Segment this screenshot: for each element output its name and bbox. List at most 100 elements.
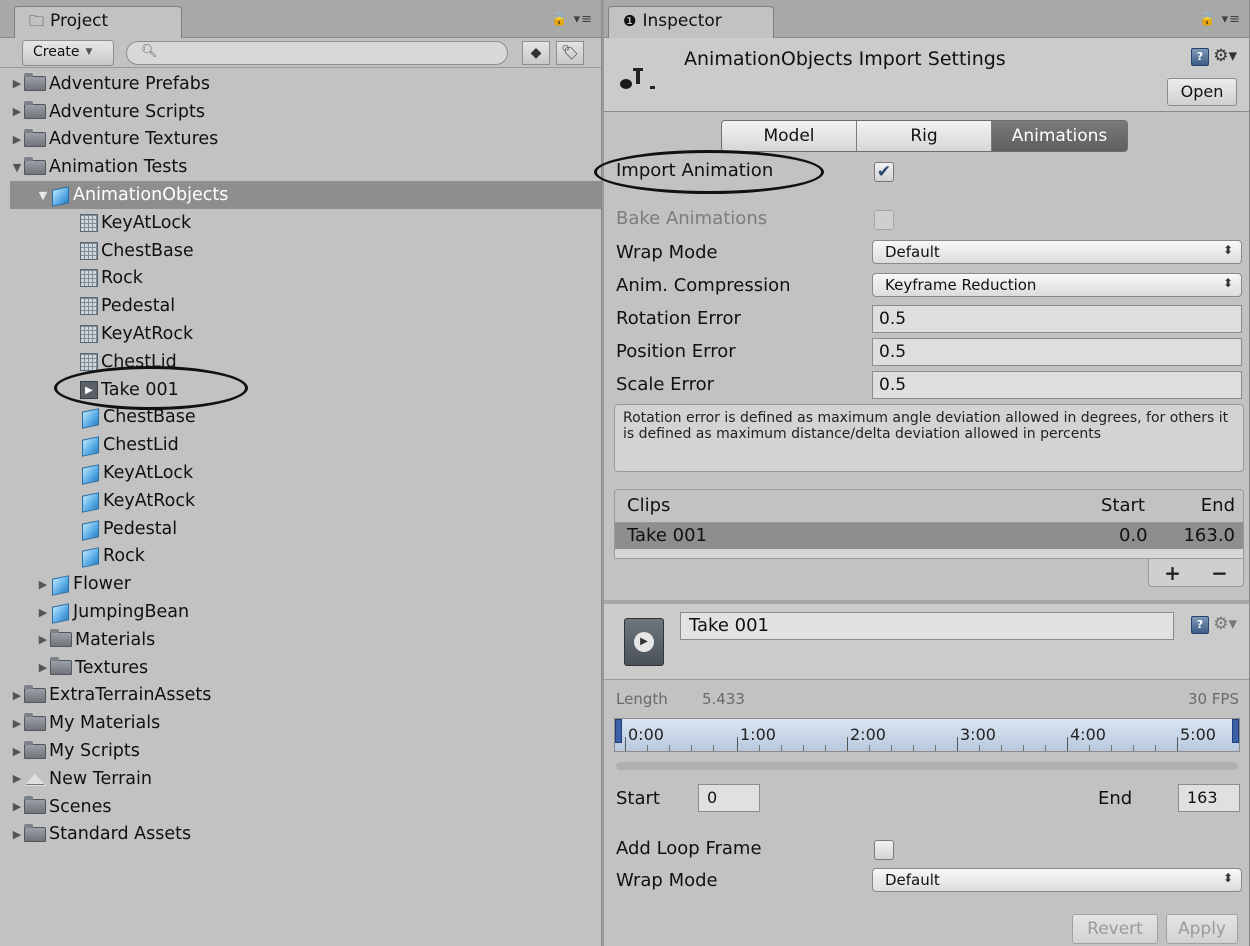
tree-item[interactable]: ▼ AnimationObjects bbox=[10, 181, 601, 209]
tree-item[interactable]: ▶ Materials bbox=[10, 626, 601, 654]
tree-item[interactable]: ▶ Adventure Scripts bbox=[10, 98, 601, 126]
tree-item[interactable]: ▼ Animation Tests bbox=[10, 153, 601, 181]
timeline-tick-label: 3:00 bbox=[960, 725, 996, 744]
expand-arrow-icon[interactable]: ▶ bbox=[36, 606, 50, 619]
mesh-icon bbox=[80, 269, 98, 288]
search-input[interactable] bbox=[165, 44, 496, 59]
tree-item[interactable]: ▶ My Materials bbox=[10, 709, 601, 737]
tab-rig[interactable]: Rig bbox=[857, 121, 992, 151]
inspector-tabbar: ❶ Inspector 🔒 ▾≡ bbox=[604, 0, 1249, 38]
collapse-arrow-icon[interactable]: ▼ bbox=[10, 161, 24, 174]
tree-item[interactable]: ▶ Scenes bbox=[10, 793, 601, 821]
tree-item[interactable]: ChestBase bbox=[10, 237, 601, 265]
tree-item[interactable]: ▶ JumpingBean bbox=[10, 598, 601, 626]
help-icon[interactable]: ? bbox=[1191, 48, 1209, 66]
tree-item[interactable]: KeyAtRock bbox=[10, 487, 601, 515]
tree-item-label: ChestLid bbox=[103, 435, 179, 456]
expand-arrow-icon[interactable]: ▶ bbox=[10, 772, 24, 785]
tree-item[interactable]: Pedestal bbox=[10, 292, 601, 320]
expand-arrow-icon[interactable]: ▶ bbox=[10, 133, 24, 146]
tree-item[interactable]: KeyAtLock bbox=[10, 459, 601, 487]
tree-item[interactable]: KeyAtRock bbox=[10, 320, 601, 348]
remove-clip-button[interactable]: − bbox=[1211, 561, 1228, 585]
tree-item[interactable]: ▶ Take 001 bbox=[10, 376, 601, 404]
tree-item-label: My Materials bbox=[49, 713, 161, 734]
open-button[interactable]: Open bbox=[1167, 78, 1237, 106]
tree-item[interactable]: ▶ Adventure Prefabs bbox=[10, 70, 601, 98]
tree-item[interactable]: Pedestal bbox=[10, 515, 601, 543]
play-icon[interactable] bbox=[624, 618, 664, 666]
tree-item[interactable]: KeyAtLock bbox=[10, 209, 601, 237]
expand-arrow-icon[interactable]: ▶ bbox=[36, 633, 50, 646]
filter-by-type-button[interactable]: ◆ bbox=[522, 41, 550, 65]
tree-item[interactable]: ▶ My Scripts bbox=[10, 737, 601, 765]
tree-item[interactable]: ▶ ExtraTerrainAssets bbox=[10, 682, 601, 710]
clip-name-field[interactable]: Take 001 bbox=[680, 612, 1174, 640]
timeline-ruler[interactable]: 0:00 1:00 2:00 3:00 4:00 5:00 bbox=[614, 718, 1240, 752]
expand-arrow-icon[interactable]: ▶ bbox=[10, 745, 24, 758]
clip-row-start: 0.0 bbox=[1119, 525, 1148, 546]
gear-icon[interactable]: ⚙▾ bbox=[1213, 46, 1237, 66]
tree-item[interactable]: ▶ Standard Assets bbox=[10, 821, 601, 849]
anim-compression-dropdown[interactable]: Keyframe Reduction ⬍ bbox=[872, 273, 1242, 297]
timeline-minor-tick bbox=[869, 745, 870, 751]
expand-arrow-icon[interactable]: ▶ bbox=[10, 828, 24, 841]
import-animation-checkbox[interactable]: ✔ bbox=[874, 162, 894, 182]
tree-item[interactable]: ChestLid bbox=[10, 348, 601, 376]
clips-header-label: Clips bbox=[627, 495, 671, 516]
timeline-scrollbar[interactable] bbox=[616, 762, 1238, 770]
expand-arrow-icon[interactable]: ▶ bbox=[10, 800, 24, 813]
create-button[interactable]: Create ▼ bbox=[22, 40, 114, 66]
model-icon bbox=[80, 464, 100, 482]
tree-item[interactable]: Rock bbox=[10, 265, 601, 293]
clip-wrap-mode-dropdown[interactable]: Default ⬍ bbox=[872, 868, 1242, 892]
expand-arrow-icon[interactable]: ▶ bbox=[10, 717, 24, 730]
panel-menu-icon[interactable]: 🔒 ▾≡ bbox=[1199, 12, 1241, 27]
add-loop-frame-checkbox[interactable] bbox=[874, 840, 894, 860]
tab-model[interactable]: Model bbox=[722, 121, 857, 151]
tab-inspector[interactable]: ❶ Inspector bbox=[608, 6, 774, 38]
tree-item[interactable]: ▶ New Terrain bbox=[10, 765, 601, 793]
tree-item-label: Adventure Textures bbox=[49, 129, 219, 150]
rotation-error-field[interactable]: 0.5 bbox=[872, 305, 1242, 333]
expand-arrow-icon[interactable]: ▶ bbox=[10, 689, 24, 702]
tree-item[interactable]: ▶ Textures bbox=[10, 654, 601, 682]
collapse-arrow-icon[interactable]: ▼ bbox=[36, 189, 50, 202]
timeline-minor-tick bbox=[913, 745, 914, 751]
add-clip-button[interactable]: + bbox=[1164, 561, 1181, 585]
revert-button[interactable]: Revert bbox=[1072, 914, 1158, 944]
tab-project[interactable]: 🗀 Project bbox=[14, 6, 182, 38]
tab-animations[interactable]: Animations bbox=[992, 121, 1127, 151]
tree-item-label: JumpingBean bbox=[73, 602, 190, 623]
expand-arrow-icon[interactable]: ▶ bbox=[36, 661, 50, 674]
info-icon: ❶ bbox=[623, 12, 637, 30]
start-field[interactable]: 0 bbox=[698, 784, 760, 812]
end-field[interactable]: 163 bbox=[1178, 784, 1240, 812]
start-handle[interactable] bbox=[615, 719, 622, 743]
timeline-minor-tick bbox=[1089, 745, 1090, 751]
bake-animations-checkbox[interactable] bbox=[874, 210, 894, 230]
panel-menu-icon[interactable]: 🔒 ▾≡ bbox=[551, 12, 593, 27]
help-icon[interactable]: ? bbox=[1191, 616, 1209, 634]
apply-button[interactable]: Apply bbox=[1166, 914, 1238, 944]
wrap-mode-dropdown[interactable]: Default ⬍ bbox=[872, 240, 1242, 264]
wrap-mode-label: Wrap Mode bbox=[616, 242, 718, 263]
end-handle[interactable] bbox=[1232, 719, 1239, 743]
tree-item[interactable]: ChestBase bbox=[10, 404, 601, 432]
scale-error-field[interactable]: 0.5 bbox=[872, 371, 1242, 399]
tree-item-label: KeyAtLock bbox=[101, 212, 192, 233]
tree-item[interactable]: Rock bbox=[10, 543, 601, 571]
table-row[interactable]: Take 001 0.0 163.0 bbox=[614, 523, 1244, 549]
expand-arrow-icon[interactable]: ▶ bbox=[10, 105, 24, 118]
tree-item[interactable]: ChestLid bbox=[10, 431, 601, 459]
position-error-field[interactable]: 0.5 bbox=[872, 338, 1242, 366]
gear-icon[interactable]: ⚙▾ bbox=[1213, 614, 1237, 634]
filter-by-label-button[interactable]: 🏷︎ bbox=[556, 41, 584, 65]
anim-compression-label: Anim. Compression bbox=[616, 275, 791, 296]
expand-arrow-icon[interactable]: ▶ bbox=[36, 578, 50, 591]
tree-item[interactable]: ▶ Flower bbox=[10, 570, 601, 598]
tree-item[interactable]: ▶ Adventure Textures bbox=[10, 126, 601, 154]
help-box: Rotation error is defined as maximum ang… bbox=[614, 404, 1244, 472]
expand-arrow-icon[interactable]: ▶ bbox=[10, 77, 24, 90]
search-field[interactable]: 🔍︎ bbox=[126, 41, 508, 65]
